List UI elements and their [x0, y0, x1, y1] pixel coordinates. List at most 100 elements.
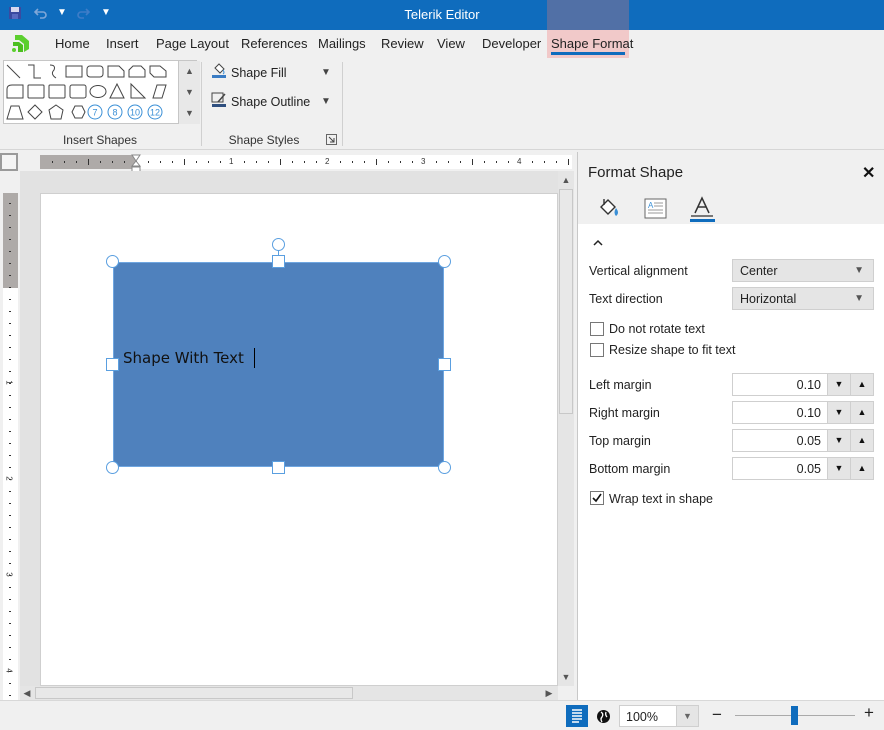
ruler-tick	[9, 539, 11, 540]
ruler-tick	[9, 467, 11, 468]
shape-gallery-items[interactable]: 7 8 10 12	[4, 61, 176, 123]
ruler-tick	[9, 251, 11, 252]
tab-page-layout[interactable]: Page Layout	[156, 36, 229, 51]
vertical-alignment-label: Vertical alignment	[589, 264, 688, 278]
insert-shapes-group-label: Insert Shapes	[62, 133, 138, 147]
zoom-level-combo[interactable]: 100% ▼	[619, 705, 699, 727]
title-bar: ▼ ▼ Telerik Editor	[0, 0, 884, 30]
ruler-tick	[9, 299, 11, 300]
top-margin-spinner[interactable]: 0.05 ▼ ▲	[732, 429, 874, 452]
scroll-up-button[interactable]: ▲	[559, 175, 573, 185]
zoom-out-button[interactable]: −	[712, 705, 722, 725]
ruler-tick	[9, 527, 11, 528]
ruler-tick	[9, 551, 11, 552]
decrement-button[interactable]: ▼	[827, 430, 850, 451]
gallery-scroll-down-button[interactable]: ▼	[178, 82, 200, 103]
print-layout-button[interactable]	[566, 705, 588, 727]
tab-references[interactable]: References	[241, 36, 307, 51]
text-direction-select[interactable]: Horizontal ▼	[732, 287, 874, 310]
tab-mailings[interactable]: Mailings	[318, 36, 366, 51]
resize-handle-top[interactable]	[272, 255, 285, 268]
chevron-down-icon[interactable]: ▼	[676, 706, 698, 726]
shape-text[interactable]: Shape With Text	[123, 349, 244, 367]
round-same-side-icon	[27, 84, 45, 99]
tab-view[interactable]: View	[437, 36, 465, 51]
hruler-number: 1	[229, 157, 234, 166]
resize-handle-left[interactable]	[106, 358, 119, 371]
collapse-section-icon[interactable]	[592, 236, 604, 251]
shape-outline-dropdown-icon[interactable]: ▼	[321, 96, 331, 107]
do-not-rotate-label: Do not rotate text	[609, 322, 705, 336]
web-layout-button[interactable]	[596, 709, 611, 727]
decrement-button[interactable]: ▼	[827, 374, 850, 395]
elbow-connector-icon	[28, 64, 41, 79]
pencil-outline-icon	[211, 92, 227, 111]
resize-handle-top-right[interactable]	[438, 255, 451, 268]
resize-handle-bottom-left[interactable]	[106, 461, 119, 474]
shape-fill-dropdown-icon[interactable]: ▼	[321, 67, 331, 78]
wrap-text-checkbox[interactable]	[590, 491, 604, 505]
ruler-tick	[292, 161, 293, 163]
dodecagon-label: 12	[150, 108, 160, 118]
curved-connector-icon	[49, 64, 57, 79]
dialog-launcher-icon[interactable]	[326, 134, 337, 148]
increment-button[interactable]: ▲	[850, 430, 873, 451]
shape-fill-button[interactable]: Shape Fill	[211, 63, 287, 82]
vertical-scroll-thumb[interactable]	[559, 189, 573, 414]
ruler-tick	[9, 611, 11, 612]
resize-handle-right[interactable]	[438, 358, 451, 371]
ruler-tick	[268, 161, 269, 163]
app-logo-icon[interactable]	[10, 33, 32, 56]
gallery-expand-button[interactable]: ▼	[178, 103, 200, 124]
layout-properties-tab[interactable]: A	[643, 196, 671, 222]
resize-handle-top-left[interactable]	[106, 255, 119, 268]
decrement-button[interactable]: ▼	[827, 402, 850, 423]
ruler-tick	[9, 227, 11, 228]
increment-button[interactable]: ▲	[850, 402, 873, 423]
gallery-scroll-up-button[interactable]: ▲	[178, 61, 200, 82]
increment-button[interactable]: ▲	[850, 374, 873, 395]
shape-styles-group-label: Shape Styles	[228, 133, 300, 147]
close-icon[interactable]: ✕	[862, 163, 875, 183]
snip-same-side-rectangle-icon	[128, 65, 146, 78]
scroll-down-button[interactable]: ▼	[559, 672, 573, 682]
paint-bucket-icon	[211, 63, 227, 82]
ruler-tick	[508, 161, 509, 163]
tab-selector-button[interactable]	[0, 153, 18, 171]
tab-review[interactable]: Review	[381, 36, 424, 51]
zoom-in-button[interactable]: +	[864, 703, 874, 723]
tab-insert[interactable]: Insert	[106, 36, 139, 51]
tab-developer[interactable]: Developer	[482, 36, 541, 51]
scroll-right-button[interactable]: ▶	[543, 688, 555, 699]
fill-line-tab[interactable]	[596, 196, 624, 222]
right-margin-spinner[interactable]: 0.10 ▼ ▲	[732, 401, 874, 424]
vertical-alignment-select[interactable]: Center ▼	[732, 259, 874, 282]
ruler-tick	[316, 161, 317, 163]
tab-shape-format[interactable]: Shape Format	[551, 36, 633, 51]
fill-line-icon	[600, 199, 618, 216]
ruler-tick	[472, 159, 473, 165]
triangle-icon	[109, 82, 125, 99]
bottom-margin-spinner[interactable]: 0.05 ▼ ▲	[732, 457, 874, 480]
left-margin-spinner[interactable]: 0.10 ▼ ▲	[732, 373, 874, 396]
increment-button[interactable]: ▲	[850, 458, 873, 479]
ruler-tick	[100, 161, 101, 163]
tab-home[interactable]: Home	[55, 36, 90, 51]
ruler-tick	[196, 161, 197, 163]
svg-text:A: A	[648, 201, 654, 210]
resize-handle-bottom-right[interactable]	[438, 461, 451, 474]
line-shape-icon	[6, 64, 21, 79]
resize-to-fit-checkbox[interactable]	[590, 343, 604, 357]
resize-handle-bottom[interactable]	[272, 461, 285, 474]
shape-outline-button[interactable]: Shape Outline	[211, 92, 310, 111]
decrement-button[interactable]: ▼	[827, 458, 850, 479]
ellipse-icon	[89, 85, 107, 98]
horizontal-scroll-thumb[interactable]	[35, 687, 353, 699]
do-not-rotate-checkbox[interactable]	[590, 322, 604, 336]
zoom-slider-thumb[interactable]	[791, 706, 798, 725]
left-margin-label: Left margin	[589, 378, 652, 392]
chevron-down-icon: ▼	[854, 293, 864, 304]
shape-gallery[interactable]: 7 8 10 12 ▲ ▼ ▼	[3, 60, 200, 124]
scroll-left-button[interactable]: ◀	[21, 688, 33, 699]
ruler-tick	[400, 161, 401, 163]
